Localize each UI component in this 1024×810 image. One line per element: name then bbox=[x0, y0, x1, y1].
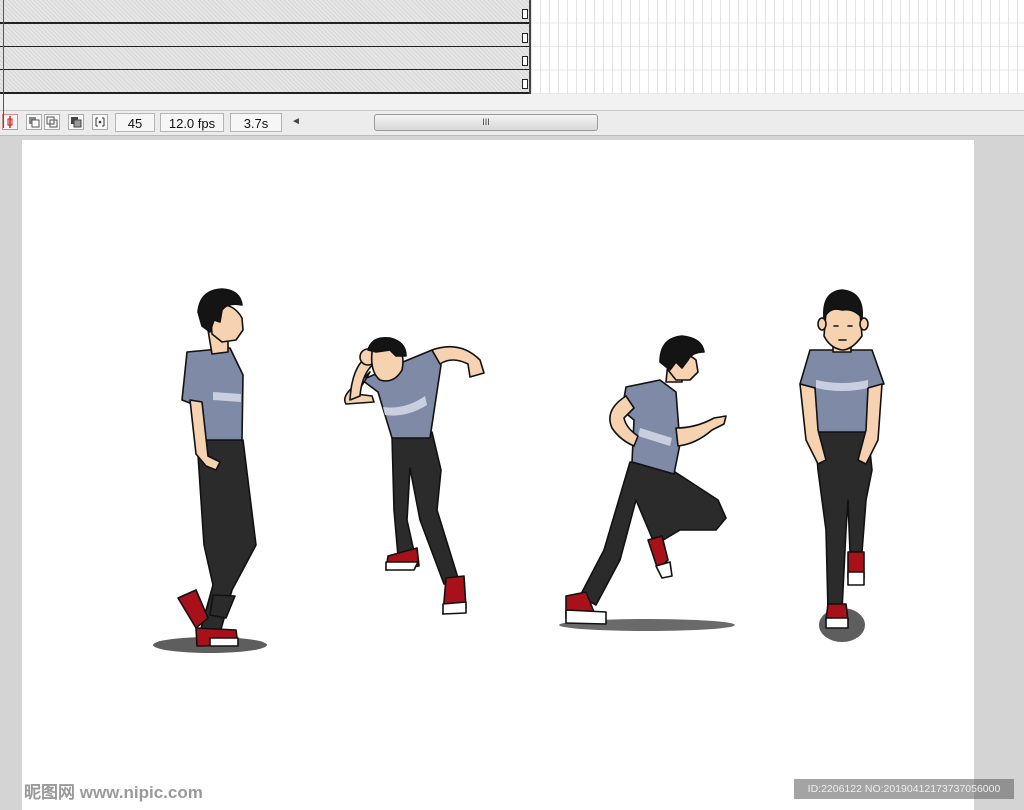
character-figures bbox=[153, 288, 885, 653]
watermark-site: 昵图网 www.nipic.com bbox=[24, 783, 203, 802]
front-walking-pose[interactable] bbox=[799, 289, 885, 642]
running-pose[interactable] bbox=[559, 335, 735, 631]
standing-side-pose[interactable] bbox=[153, 288, 267, 653]
watermark-id: ID:2206122 NO:20190412173737056000 bbox=[794, 779, 1014, 799]
crouch-start-pose[interactable] bbox=[343, 336, 485, 615]
